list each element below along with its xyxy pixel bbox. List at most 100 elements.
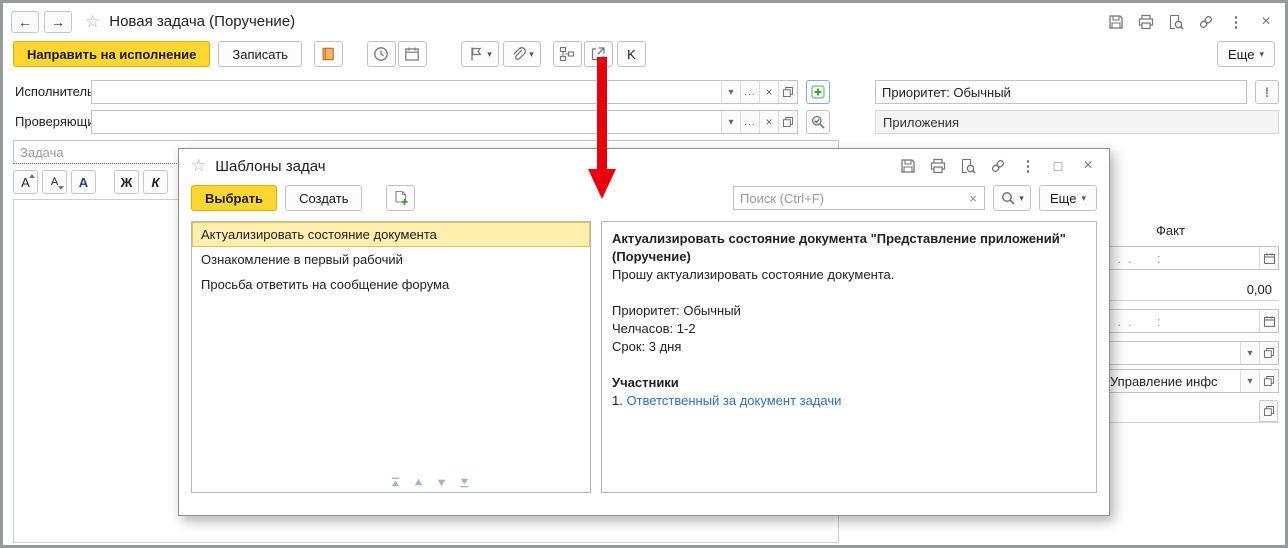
template-preview: Актуализировать состояние документа "Пре…: [601, 221, 1097, 493]
font-color-button[interactable]: А: [71, 170, 96, 194]
italic-button[interactable]: К: [143, 170, 168, 194]
window-header: ← → ☆ Новая задача (Поручение) ⋮ ×: [11, 8, 1275, 35]
importance-button[interactable]: !: [1255, 80, 1279, 104]
create-button[interactable]: Создать: [285, 185, 363, 211]
end-date-calendar-button[interactable]: [1259, 310, 1278, 332]
hierarchy-icon: [559, 46, 575, 62]
exclamation-icon: !: [1264, 84, 1270, 100]
dialog-close-icon[interactable]: ×: [1079, 157, 1097, 175]
back-button[interactable]: ←: [11, 10, 39, 33]
dialog-more-button[interactable]: Еще ▾: [1039, 185, 1097, 211]
flag-icon: [468, 46, 484, 62]
flag-dropdown-button[interactable]: ▾: [460, 41, 499, 67]
attachments-title: Приложения: [883, 114, 960, 130]
author-input[interactable]: [1104, 400, 1259, 422]
page-title: Новая задача (Поручение): [109, 13, 296, 30]
save-icon[interactable]: [1107, 13, 1125, 31]
attachments-header: Приложения: [875, 110, 1279, 134]
dialog-save-icon[interactable]: [899, 157, 917, 175]
reviewer-open-button[interactable]: [778, 111, 797, 133]
calendar-icon: [404, 46, 420, 62]
executor-open-button[interactable]: [778, 81, 797, 103]
add-executor-button[interactable]: [806, 80, 830, 104]
start-date-calendar-button[interactable]: [1259, 247, 1278, 269]
preview-icon[interactable]: [1167, 13, 1185, 31]
end-date-field: [1103, 309, 1279, 333]
k-button[interactable]: K: [616, 41, 646, 67]
dialog-header: ☆ Шаблоны задач ⋮ □ ×: [179, 149, 1109, 183]
project-open-button[interactable]: [1259, 342, 1278, 364]
print-icon[interactable]: [1137, 13, 1155, 31]
favorite-star-icon[interactable]: ☆: [85, 12, 100, 32]
template-item[interactable]: Актуализировать состояние документа: [192, 222, 590, 247]
close-icon[interactable]: ×: [1257, 13, 1275, 31]
business-process-button[interactable]: [313, 41, 343, 67]
italic-glyph: К: [151, 174, 160, 190]
project-dropdown-icon[interactable]: ▾: [1240, 342, 1259, 364]
reviewer-dropdown-icon[interactable]: ▾: [721, 111, 740, 133]
labor-hours-input[interactable]: [1104, 278, 1278, 300]
search-options-button[interactable]: ▾: [993, 185, 1032, 211]
caret-icon: ▾: [487, 48, 492, 59]
caret-icon: ▾: [529, 48, 534, 59]
create-new-template-button[interactable]: [386, 185, 416, 211]
template-item[interactable]: Ознакомление в первый рабочий: [192, 247, 590, 272]
dialog-star-icon[interactable]: ☆: [191, 156, 206, 176]
move-up-button[interactable]: [410, 475, 426, 489]
reviewer-clear-button[interactable]: ×: [759, 111, 778, 133]
participant-link[interactable]: Ответственный за документ задачи: [626, 393, 841, 408]
dialog-preview-icon[interactable]: [959, 157, 977, 175]
hierarchy-button[interactable]: [552, 41, 582, 67]
send-to-execution-button[interactable]: Направить на исполнение: [13, 41, 211, 67]
department-field: ▾: [1103, 369, 1279, 393]
check-reviewer-button[interactable]: [806, 110, 830, 134]
record-button[interactable]: Записать: [218, 41, 302, 67]
font-decrease-button[interactable]: А: [42, 170, 67, 194]
executor-clear-button[interactable]: ×: [759, 81, 778, 103]
window-controls: ⋮ ×: [1107, 13, 1275, 31]
reviewer-field: ▾ ... ×: [91, 110, 798, 134]
template-hours: Челчасов: 1-2: [612, 321, 696, 336]
attachment-dropdown-button[interactable]: ▾: [502, 41, 541, 67]
move-bottom-button[interactable]: [456, 475, 472, 489]
priority-field[interactable]: Приоритет: Обычный: [875, 80, 1247, 104]
select-button[interactable]: Выбрать: [191, 185, 278, 211]
font-increase-button[interactable]: А: [13, 170, 38, 194]
dialog-more-menu-icon[interactable]: ⋮: [1019, 157, 1037, 175]
dialog-maximize-icon[interactable]: □: [1049, 157, 1067, 175]
executor-ellipsis-button[interactable]: ...: [740, 81, 759, 103]
magnifier-icon: [1000, 190, 1016, 206]
move-top-button[interactable]: [387, 475, 403, 489]
goto-button[interactable]: [583, 41, 613, 67]
executor-dropdown-icon[interactable]: ▾: [721, 81, 740, 103]
author-open-button[interactable]: [1259, 400, 1278, 422]
search-input[interactable]: [734, 190, 963, 206]
bold-button[interactable]: Ж: [114, 170, 139, 194]
calendar-plan-button[interactable]: [397, 41, 427, 67]
end-date-input[interactable]: [1104, 310, 1259, 332]
increase-icon: [29, 174, 35, 178]
decrease-icon: [58, 186, 64, 190]
link-icon[interactable]: [1197, 13, 1215, 31]
dialog-print-icon[interactable]: [929, 157, 947, 175]
add-green-icon: [810, 84, 826, 100]
participant-index: 1.: [612, 393, 623, 408]
move-down-button[interactable]: [433, 475, 449, 489]
department-dropdown-icon[interactable]: ▾: [1240, 370, 1259, 392]
department-input[interactable]: [1104, 370, 1240, 392]
more-button[interactable]: Еще ▾: [1217, 41, 1275, 67]
forward-button[interactable]: →: [44, 10, 72, 33]
reminder-button[interactable]: [366, 41, 396, 67]
department-open-button[interactable]: [1259, 370, 1278, 392]
participants-title: Участники: [612, 375, 679, 390]
more-menu-icon[interactable]: ⋮: [1227, 13, 1245, 31]
executor-input[interactable]: [92, 81, 721, 103]
template-item[interactable]: Просьба ответить на сообщение форума: [192, 272, 590, 297]
reviewer-input[interactable]: [92, 111, 721, 133]
dialog-link-icon[interactable]: [989, 157, 1007, 175]
start-date-input[interactable]: [1104, 247, 1259, 269]
project-input[interactable]: [1104, 342, 1240, 364]
search-clear-icon[interactable]: ×: [962, 191, 984, 206]
dialog-body: Актуализировать состояние документа Озна…: [179, 217, 1109, 497]
reviewer-ellipsis-button[interactable]: ...: [740, 111, 759, 133]
